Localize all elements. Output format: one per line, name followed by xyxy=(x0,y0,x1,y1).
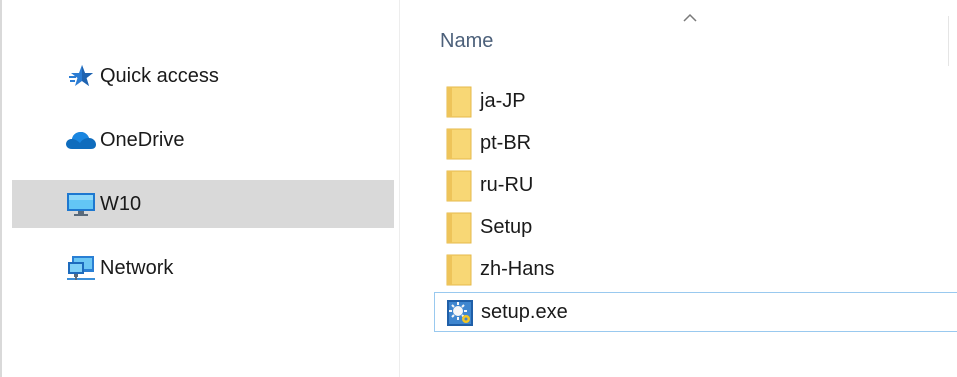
file-name: ja-JP xyxy=(480,90,526,112)
nav-item-label: Quick access xyxy=(100,64,219,87)
nav-item-label: Network xyxy=(100,256,174,279)
file-row[interactable]: ru-RU xyxy=(434,166,957,206)
file-row-focused[interactable]: setup.exe xyxy=(434,292,957,332)
folder-icon xyxy=(444,85,474,119)
network-icon xyxy=(64,253,98,283)
file-name: setup.exe xyxy=(481,301,568,323)
nav-item-label: W10 xyxy=(100,192,142,215)
file-list-pane: Name ja-JP pt-BR ru-RU Setup zh-Hans set… xyxy=(400,0,957,377)
folder-icon xyxy=(444,211,474,245)
nav-item-label: OneDrive xyxy=(100,128,185,151)
quick-access-star-icon xyxy=(64,61,98,91)
onedrive-cloud-icon xyxy=(64,125,98,155)
file-row[interactable]: ja-JP xyxy=(434,82,957,122)
sort-ascending-icon xyxy=(680,8,700,28)
file-name: ru-RU xyxy=(480,174,534,196)
file-name: zh-Hans xyxy=(480,258,555,280)
nav-item-quick-access[interactable]: Quick access xyxy=(12,52,394,100)
navigation-pane: Quick access OneDrive W10 Network xyxy=(0,0,400,377)
nav-item-w10[interactable]: W10 xyxy=(12,180,394,228)
setup-application-icon xyxy=(445,296,475,330)
file-name: pt-BR xyxy=(480,132,532,154)
file-name: Setup xyxy=(480,216,533,238)
nav-item-network[interactable]: Network xyxy=(12,244,394,292)
column-header-name[interactable]: Name xyxy=(440,30,493,53)
folder-icon xyxy=(444,169,474,203)
file-row[interactable]: Setup xyxy=(434,208,957,248)
file-row[interactable]: zh-Hans xyxy=(434,250,957,290)
nav-item-onedrive[interactable]: OneDrive xyxy=(12,116,394,164)
column-separator[interactable] xyxy=(948,16,949,66)
file-row[interactable]: pt-BR xyxy=(434,124,957,164)
folder-icon xyxy=(444,253,474,287)
folder-icon xyxy=(444,127,474,161)
computer-monitor-icon xyxy=(64,189,98,219)
